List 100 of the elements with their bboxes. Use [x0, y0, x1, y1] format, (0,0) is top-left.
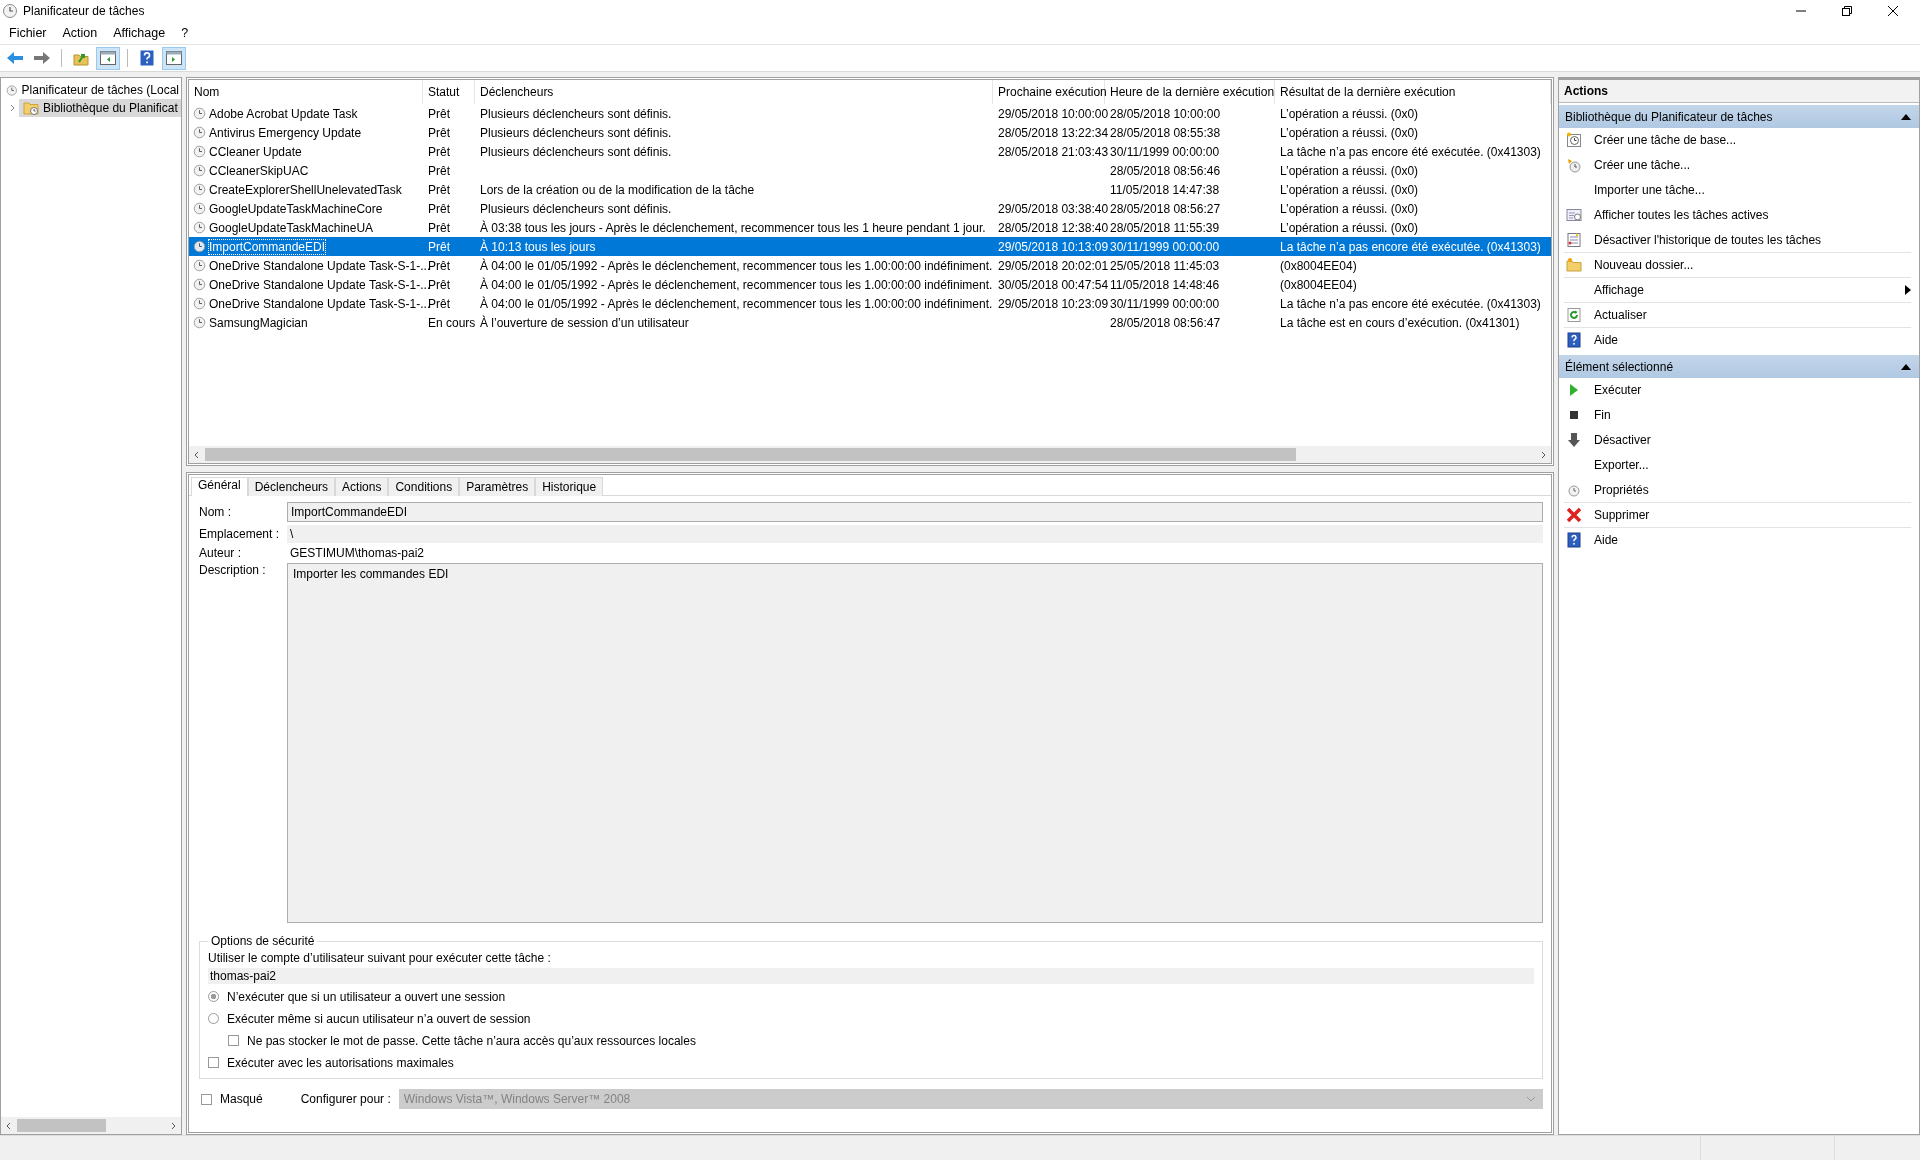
scroll-left-icon[interactable]	[193, 450, 201, 459]
down-arrow-icon	[1566, 432, 1582, 448]
tab[interactable]: Paramètres	[459, 477, 536, 496]
section-header[interactable]: Élément sélectionné	[1559, 355, 1919, 378]
table-cell: SamsungMagician	[209, 315, 308, 330]
table-cell: 30/05/2018 00:47:54	[998, 277, 1109, 292]
pane-command[interactable]: Propriétés	[1564, 478, 1911, 503]
menu-item[interactable]: Action	[62, 26, 98, 40]
table-cell: À 04:00 le 01/05/1992 - Après le déclenchement, recommencer tous les 1.00:00:00 indéfiniment.	[480, 258, 993, 273]
table-cell: Prêt	[428, 201, 450, 216]
table-cell: L’opération a réussi. (0x0)	[1280, 125, 1419, 140]
table-cell: À 03:38 tous les jours - Après le déclenchement, recommencer tous les 1 heure pendant 1 jour.	[480, 220, 986, 235]
table-cell: 28/05/2018 12:38:40	[998, 220, 1109, 235]
pane-command[interactable]: Actualiser	[1564, 303, 1911, 328]
tab[interactable]: Conditions	[388, 477, 460, 496]
pane-left-icon	[100, 51, 116, 65]
table-row[interactable]: GoogleUpdateTaskMachineUA Prêt À 03:38 tous les jours - Après le déclenchement, recommencer tous les 1 heure pendant 1 jour. 28/05/2018 12:38:4028/05/2018 11:55:39 L’opération a réussi. (0x0)	[189, 218, 1551, 237]
forward-arrow-icon	[33, 51, 51, 65]
table-row[interactable]: GoogleUpdateTaskMachineCore Prêt Plusieurs déclencheurs sont définis. 29/05/2018 03:38:4028/05/2018 08:56:27 L’opération a réussi. (0x0)	[189, 199, 1551, 218]
column-header[interactable]: Déclencheurs	[475, 80, 993, 104]
column-header[interactable]: Résultat de la dernière exécution	[1275, 80, 1551, 104]
description-field[interactable]: Importer les commandes EDI	[287, 563, 1543, 923]
checkbox[interactable]	[208, 1057, 219, 1068]
table-cell: Prêt	[428, 182, 450, 197]
clock-icon	[193, 183, 206, 196]
option-label: Exécuter avec les autorisations maximales	[227, 1055, 454, 1070]
column-header[interactable]: Prochaine exécution	[993, 80, 1105, 104]
column-header[interactable]: Nom	[189, 80, 423, 104]
tree-item[interactable]: Bibliothèque du Planificat	[19, 99, 181, 117]
table-cell: Prêt	[428, 125, 450, 140]
pane-command[interactable]: Affichage	[1564, 278, 1911, 303]
scroll-right-icon[interactable]	[169, 1121, 177, 1130]
table-cell: L’opération a réussi. (0x0)	[1280, 182, 1419, 197]
column-header[interactable]: Heure de la dernière exécution	[1105, 80, 1275, 104]
section-header[interactable]: Bibliothèque du Planificateur de tâches	[1559, 105, 1919, 128]
table-cell: Plusieurs déclencheurs sont définis.	[480, 201, 672, 216]
tree-item[interactable]: Planificateur de tâches (Local	[1, 81, 181, 99]
pane-right-icon	[166, 51, 182, 65]
pane-command[interactable]: Afficher toutes les tâches actives	[1564, 203, 1911, 228]
table-row[interactable]: ImportCommandeEDI Prêt À 10:13 tous les jours 29/05/2018 10:13:0930/11/1999 00:00:00 La tâche n’a pas encore été exécutée. (0x41303)	[189, 237, 1551, 256]
menu-item[interactable]: Fichier	[9, 26, 47, 40]
menu-item[interactable]: ?	[181, 26, 189, 40]
tab[interactable]: Déclencheurs	[247, 477, 336, 496]
horizontal-scrollbar[interactable]	[1, 1117, 181, 1134]
table-cell: 30/11/1999 00:00:00	[1110, 144, 1220, 159]
table-cell: CCleaner Update	[209, 144, 302, 159]
pane-command[interactable]: Désactiver	[1564, 428, 1911, 453]
table-row[interactable]: CreateExplorerShellUnelevatedTask Prêt Lors de la création ou de la modification de la tâche 11/05/2018 14:47:38 L’opération a réussi. (0x0)	[189, 180, 1551, 199]
table-row[interactable]: OneDrive Standalone Update Task-S-1-...Prêt À 04:00 le 01/05/1992 - Après le déclenchement, recommencer tous les 1.00:00:00 indéfiniment. 29/05/2018 20:02:0125/05/2018 11:45:03 (0x8004EE04)	[189, 256, 1551, 275]
table-row[interactable]: CCleaner Update Prêt Plusieurs déclencheurs sont définis. 28/05/2018 21:03:4330/11/1999 00:00:00 La tâche n’a pas encore été exécutée. (0x41303)	[189, 142, 1551, 161]
option-label: Ne pas stocker le mot de passe. Cette tâche n’aura accès qu’aux ressources locales	[247, 1033, 696, 1048]
pane-command[interactable]: Créer une tâche...	[1564, 153, 1911, 178]
restore-icon[interactable]	[1842, 6, 1852, 16]
menu-item[interactable]: Affichage	[113, 26, 166, 40]
field-label: Description :	[199, 563, 267, 577]
pane-command[interactable]: Exporter...	[1564, 453, 1911, 478]
table-cell: L’opération a réussi. (0x0)	[1280, 106, 1419, 121]
pane-command[interactable]: Fin	[1564, 403, 1911, 428]
close-icon[interactable]	[1888, 6, 1898, 16]
pane-command[interactable]: Importer une tâche...	[1564, 178, 1911, 203]
location-field: \	[287, 525, 1543, 543]
table-cell: L’opération a réussi. (0x0)	[1280, 201, 1419, 216]
pane-command[interactable]: Exécuter	[1564, 378, 1911, 403]
toolbar-button[interactable]	[162, 46, 186, 70]
table-row[interactable]: CCleanerSkipUAC Prêt 28/05/2018 08:56:46 L’opération a réussi. (0x0)	[189, 161, 1551, 180]
table-cell: Prêt	[428, 277, 450, 292]
pane-command[interactable]: Désactiver l'historique de toutes les tâches	[1564, 228, 1911, 253]
checkbox[interactable]	[228, 1035, 239, 1046]
table-row[interactable]: Adobe Acrobat Update Task Prêt Plusieurs déclencheurs sont définis. 29/05/2018 10:00:0028/05/2018 10:00:00 L’opération a réussi. (0x0)	[189, 104, 1551, 123]
clock-icon	[193, 164, 206, 177]
table-cell: (0x8004EE04)	[1280, 277, 1357, 292]
table-cell: 28/05/2018 11:55:39	[1110, 220, 1220, 235]
pane-command[interactable]: Supprimer	[1564, 503, 1911, 528]
toolbar-button[interactable]	[96, 46, 120, 70]
table-row[interactable]: OneDrive Standalone Update Task-S-1-...Prêt À 04:00 le 01/05/1992 - Après le déclenchement, recommencer tous les 1.00:00:00 indéfiniment. 30/05/2018 00:47:54 11/05/2018 14:48:46 (0x8004EE04)	[189, 275, 1551, 294]
tab[interactable]: Actions	[335, 477, 389, 496]
table-cell: GoogleUpdateTaskMachineUA	[209, 220, 374, 235]
radio-button[interactable]	[208, 991, 219, 1002]
checkbox[interactable]	[201, 1093, 212, 1105]
pane-command[interactable]: Aide	[1564, 528, 1911, 553]
pane-command[interactable]: Nouveau dossier...	[1564, 253, 1911, 278]
scroll-right-icon[interactable]	[1539, 450, 1547, 459]
radio-button[interactable]	[208, 1013, 219, 1024]
table-row[interactable]: SamsungMagician En cours À l’ouverture de session d’un utilisateur 28/05/2018 08:56:47 La tâche est en cours d’exécution. (0x41301)	[189, 313, 1551, 332]
clock-icon	[193, 259, 206, 272]
table-cell: Adobe Acrobat Update Task	[209, 106, 358, 121]
tab[interactable]: Historique	[535, 477, 604, 496]
pane-command[interactable]: Créer une tâche de base...	[1564, 128, 1911, 153]
column-header[interactable]: Statut	[423, 80, 475, 104]
tab[interactable]: Général	[191, 477, 248, 496]
pane-command[interactable]: Aide	[1564, 328, 1911, 353]
name-field[interactable]: ImportCommandeEDI	[287, 502, 1543, 522]
horizontal-scrollbar[interactable]	[189, 446, 1551, 463]
chevron-right-icon[interactable]	[9, 104, 17, 112]
scroll-left-icon[interactable]	[5, 1121, 13, 1130]
history-list-icon	[1566, 232, 1582, 248]
table-cell: 29/05/2018 10:13:09	[998, 239, 1109, 254]
clock-icon	[2, 3, 18, 19]
table-cell: Prêt	[428, 239, 450, 254]
table-row[interactable]: Antivirus Emergency Update Prêt Plusieurs déclencheurs sont définis. 28/05/2018 13:22:3428/05/2018 08:55:38 L’opération a réussi. (0x0)	[189, 123, 1551, 142]
